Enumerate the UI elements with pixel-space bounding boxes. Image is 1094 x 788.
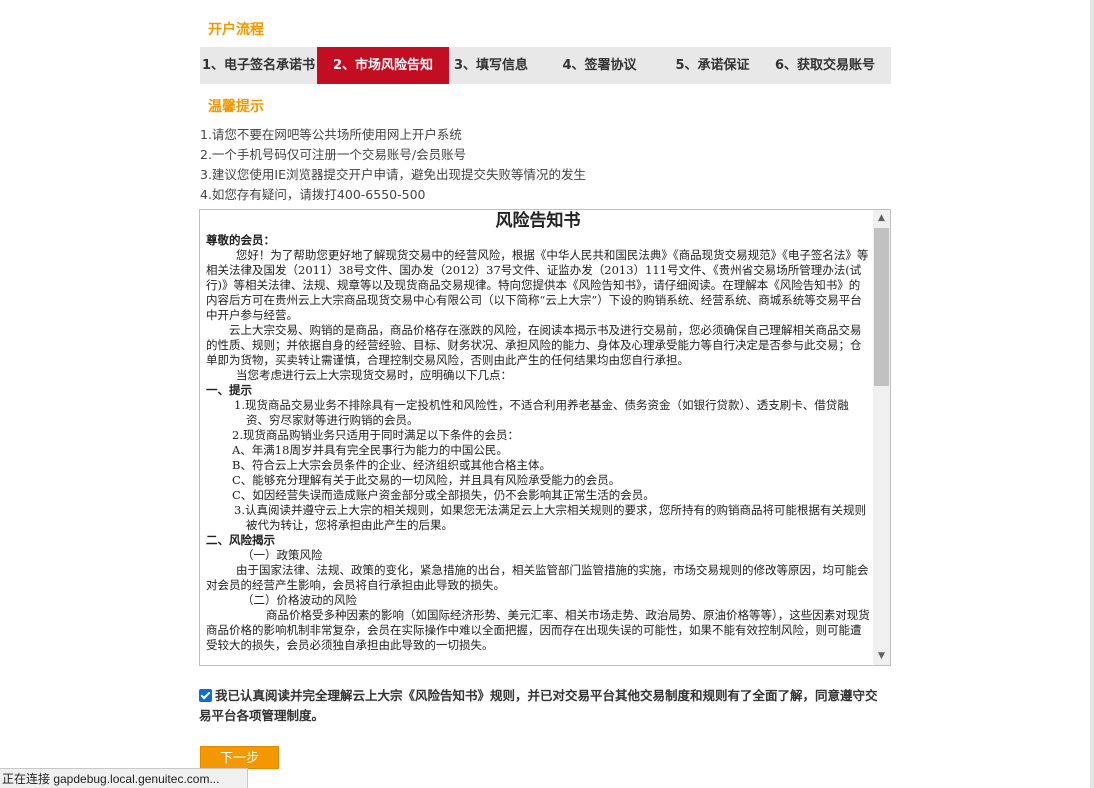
notice-subheading: （二）价格波动的风险 [242,593,357,607]
notice-paragraph: 您好！为了帮助您更好地了解现货交易中的经营风险，根据《中华人民共和国民法典》《商… [206,248,869,322]
risk-notice-scrollbox[interactable]: 风险告知书 尊敬的会员： 您好！为了帮助您更好地了解现货交易中的经营风险，根据《… [199,209,891,666]
notice-heading: 二、风险揭示 [206,533,275,547]
notice-item: 2.现货商品购销业务只适用于同时满足以下条件的会员： [232,428,519,442]
step-6-get-account: 6、获取交易账号 [774,58,876,73]
window-edge [1090,0,1094,788]
browser-status-bar: 正在连接 gapdebug.local.genuitec.com... [0,768,249,788]
notice-heading: 一、提示 [206,383,252,397]
step-progress-bar: 1、电子签名承诺书 2、市场风险告知 3、填写信息 4、签署协议 5、承诺保证 … [200,47,891,84]
tip-item: 3.建议您使用IE浏览器提交开户申请，避免出现提交失败等情况的发生 [200,167,587,182]
chevron-down-icon[interactable]: ▼ [873,648,890,665]
notice-scrollbar[interactable]: ▲ ▼ [873,210,890,665]
notice-item: A、年满18周岁并具有完全民事行为能力的中国公民。 [232,443,508,457]
risk-notice-content: 风险告知书 尊敬的会员： 您好！为了帮助您更好地了解现货交易中的经营风险，根据《… [206,210,870,665]
chevron-up-icon[interactable]: ▲ [873,210,890,227]
notice-paragraph: 云上大宗交易、购销的是商品，商品价格存在涨跌的风险，在阅读本揭示书及进行交易前，… [206,323,862,367]
notice-item: C、如因经营失误而造成账户资金部分或全部损失，仍不会影响其正常生活的会员。 [232,488,655,502]
flow-title: 开户流程 [208,22,264,38]
notice-subheading: （一）政策风险 [242,548,323,562]
notice-greeting: 尊敬的会员： [206,233,275,247]
notice-item: C、能够充分理解有关于此交易的一切风险，并且具有风险承受能力的会员。 [232,473,621,487]
tip-item: 1.请您不要在网吧等公共场所使用网上开户系统 [200,127,462,142]
notice-paragraph: 商品价格受多种因素的影响（如国际经济形势、美元汇率、相关市场走势、政治局势、原油… [206,608,870,652]
step-2-risk-notice: 2、市场风险告知 [317,47,449,84]
account-opening-page: 开户流程 1、电子签名承诺书 2、市场风险告知 3、填写信息 4、签署协议 5、… [0,0,1094,788]
step-1-esign: 1、电子签名承诺书 [201,58,316,73]
agree-checkbox[interactable] [199,689,212,702]
step-3-fill-info: 3、填写信息 [453,58,529,73]
tips-title: 温馨提示 [208,99,264,115]
step-4-sign-agreement: 4、签署协议 [562,58,637,73]
step-5-commitment: 5、承诺保证 [675,58,750,73]
tips-list: 1.请您不要在网吧等公共场所使用网上开户系统 2.一个手机号码仅可注册一个交易账… [200,125,586,205]
notice-item: 1.现货商品交易业务不排除具有一定投机性和风险性，不适合利用养老基金、债务资金（… [234,398,849,427]
agreement-row: 我已认真阅读并完全理解云上大宗《风险告知书》规则，并已对交易平台其他交易制度和规… [199,686,889,726]
scrollbar-thumb[interactable] [874,228,889,386]
notice-paragraph: 由于国家法律、法规、政策的变化，紧急措施的出台，相关监管部门监管措施的实施，市场… [206,563,869,592]
tip-item: 4.如您存有疑问，请拨打400-6550-500 [200,187,426,202]
agreement-text: 我已认真阅读并完全理解云上大宗《风险告知书》规则，并已对交易平台其他交易制度和规… [199,688,878,723]
notice-paragraph: 当您考虑进行云上大宗现货交易时，应明确以下几点： [236,368,512,382]
next-step-button[interactable]: 下一步 [200,746,279,769]
tip-item: 2.一个手机号码仅可注册一个交易账号/会员账号 [200,147,467,162]
notice-item: 3.认真阅读并遵守云上大宗的相关规则，如果您无法满足云上大宗相关规则的要求，您所… [234,503,866,532]
notice-title: 风险告知书 [495,211,581,231]
notice-item: B、符合云上大宗会员条件的企业、经济组织或其他合格主体。 [232,458,551,472]
